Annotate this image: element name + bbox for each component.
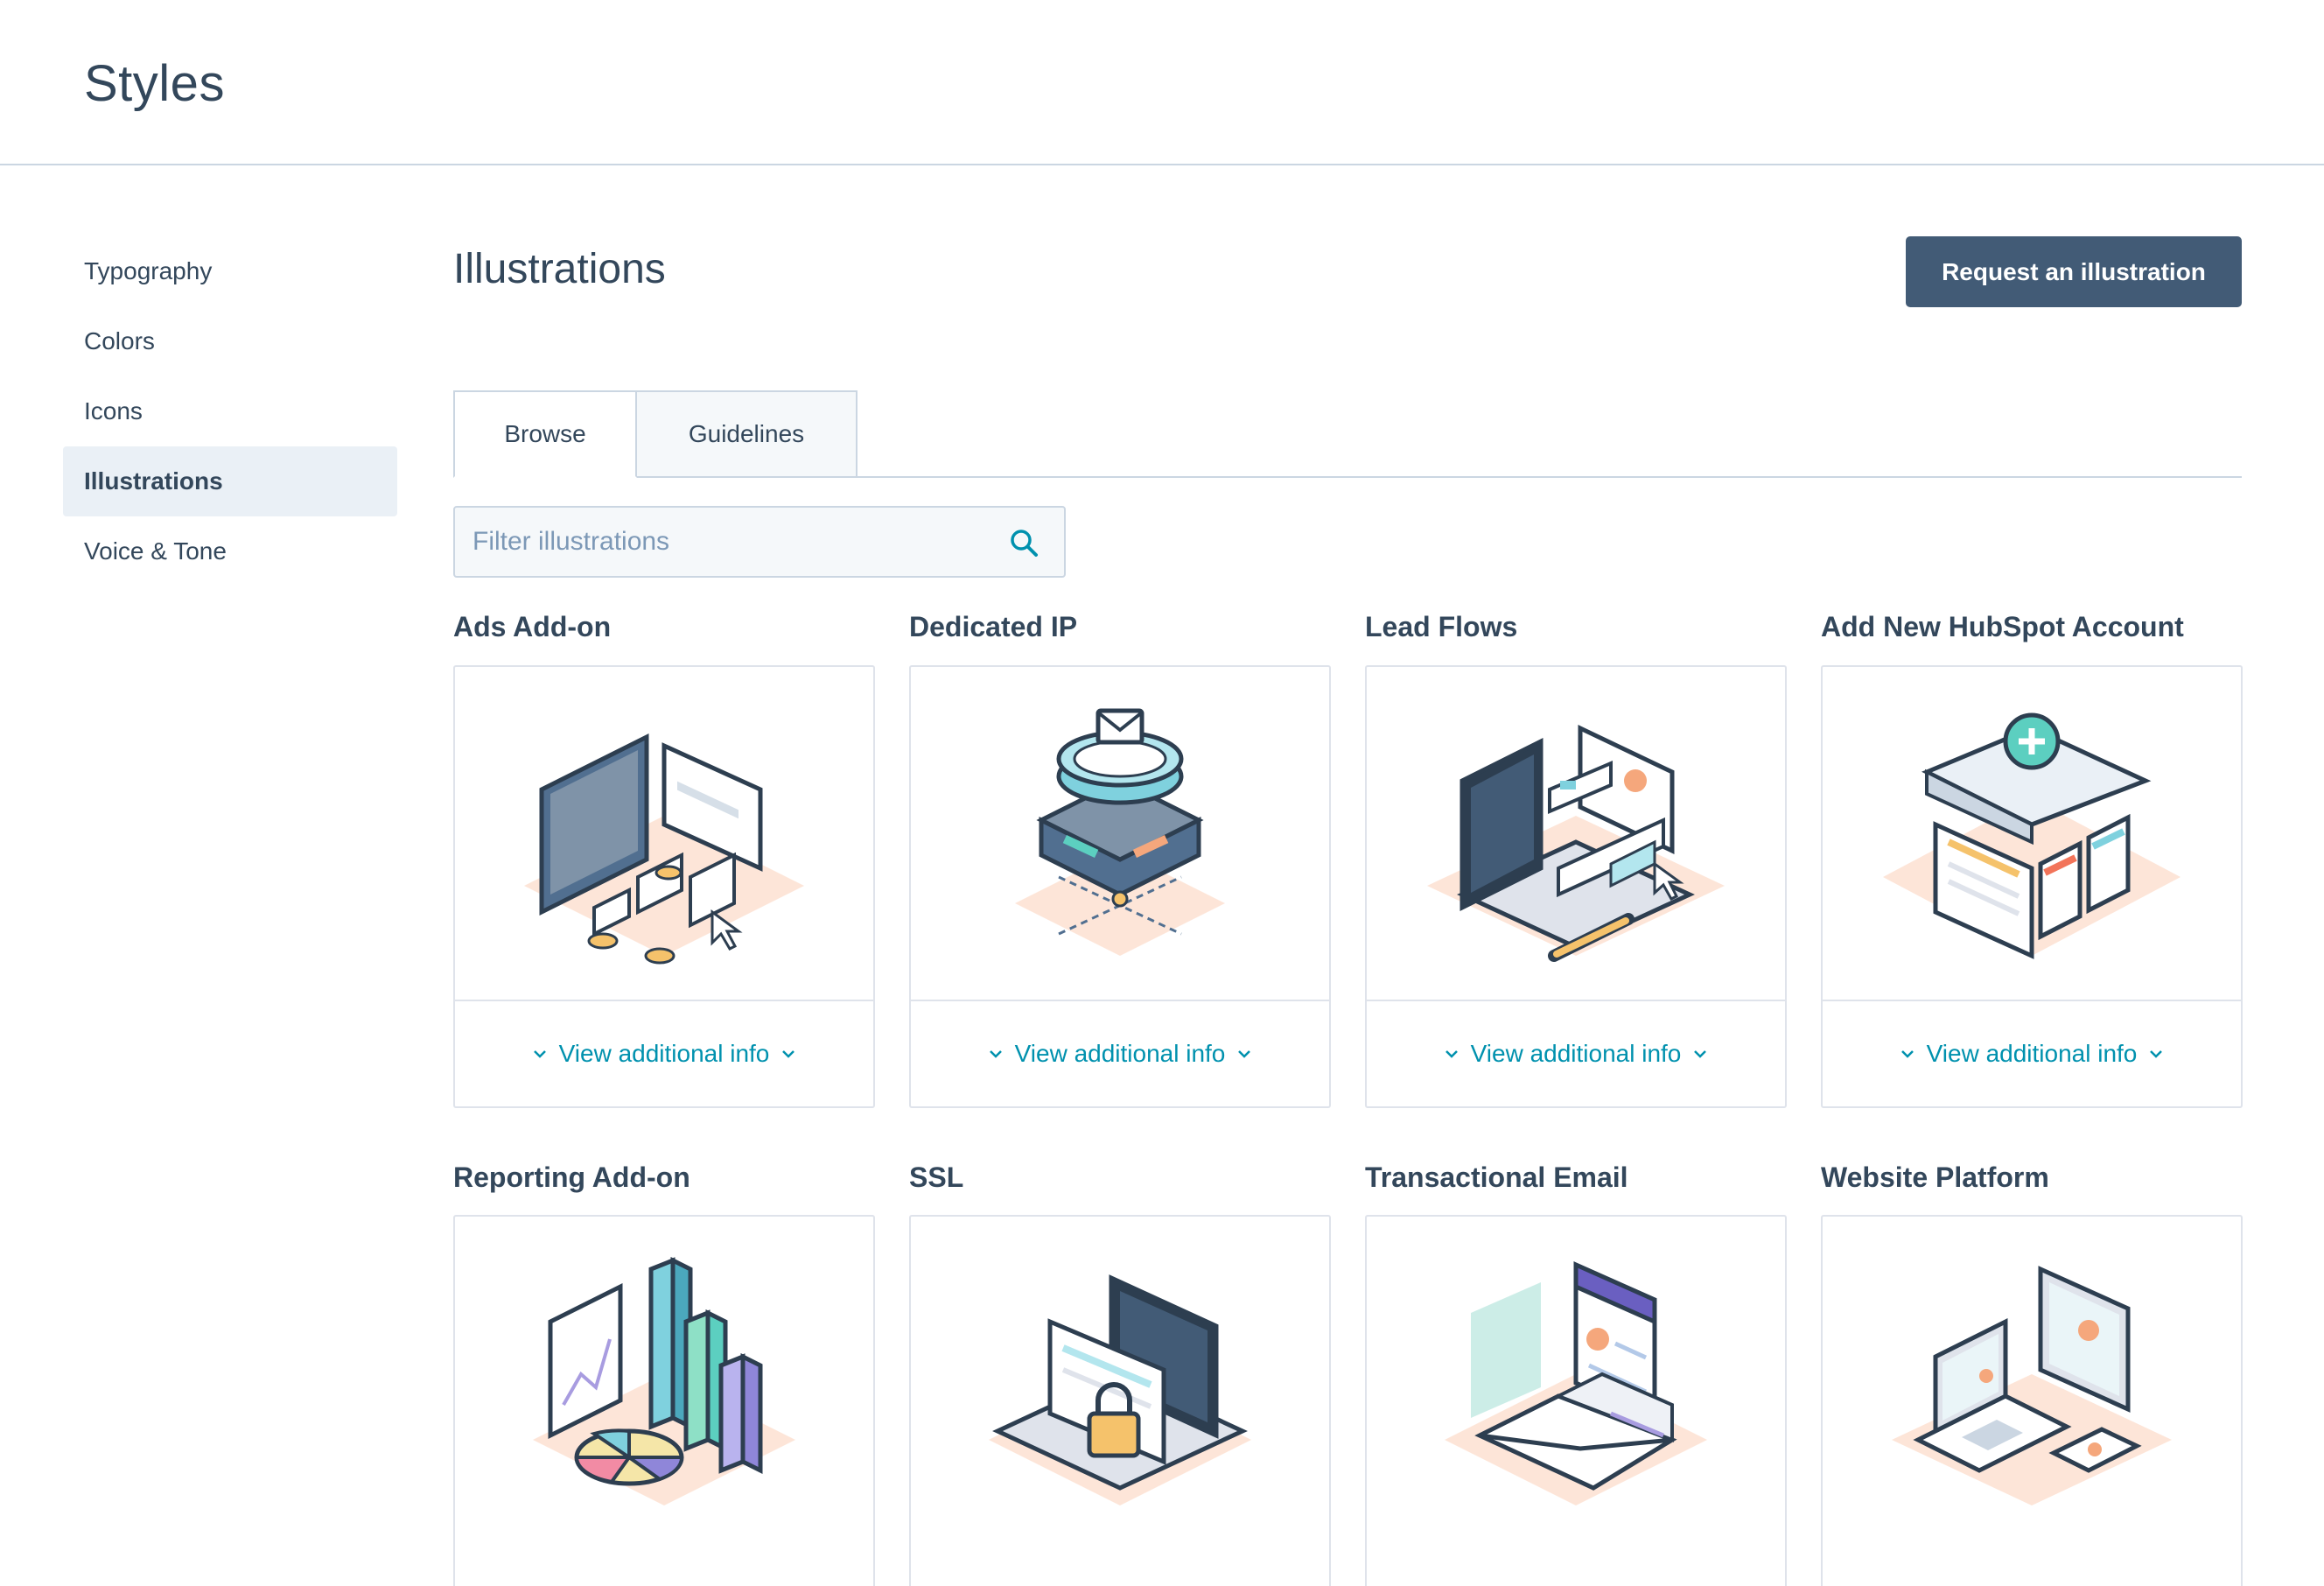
ads-addon-illustration xyxy=(455,667,873,1000)
view-info-label: View additional info xyxy=(1014,1040,1226,1067)
request-illustration-button[interactable]: Request an illustration xyxy=(1906,236,2242,307)
illustration-card: View additional info xyxy=(1821,665,2243,1108)
tab-browse[interactable]: Browse xyxy=(453,390,637,478)
illustration-card xyxy=(453,1215,875,1586)
illustration-card: View additional info xyxy=(909,665,1331,1108)
website-platform-illustration xyxy=(1823,1217,2241,1549)
view-info-label: View additional info xyxy=(1470,1040,1682,1067)
filter-input[interactable] xyxy=(455,508,998,576)
card-title-add-account: Add New HubSpot Account xyxy=(1821,611,2184,642)
card-title-dedicated-ip: Dedicated IP xyxy=(909,611,1078,642)
page-title: Styles xyxy=(84,55,225,112)
section-title: Illustrations xyxy=(453,246,666,292)
card-title-website-platform: Website Platform xyxy=(1821,1161,2049,1193)
view-info-label: View additional info xyxy=(1926,1040,2138,1067)
sidebar-nav: Typography Colors Icons Illustrations Vo… xyxy=(63,236,397,586)
illustration-card: View additional info xyxy=(1365,665,1787,1108)
chevron-down-icon xyxy=(989,1050,1002,1058)
transactional-email-illustration xyxy=(1367,1217,1785,1549)
chevron-down-icon xyxy=(1238,1050,1251,1058)
sidebar-item-typography[interactable]: Typography xyxy=(63,236,397,306)
sidebar-item-colors[interactable]: Colors xyxy=(63,306,397,376)
sidebar-item-icons[interactable]: Icons xyxy=(63,376,397,446)
illustration-card xyxy=(1365,1215,1787,1586)
card-title-lead-flows: Lead Flows xyxy=(1365,611,1518,642)
card-title-ssl: SSL xyxy=(909,1161,964,1193)
chevron-down-icon xyxy=(2150,1050,2163,1058)
chevron-down-icon xyxy=(1900,1050,1914,1058)
top-header: Styles xyxy=(0,0,2324,165)
dedicated-ip-illustration xyxy=(911,667,1329,1000)
chevron-down-icon xyxy=(1694,1050,1707,1058)
ssl-illustration xyxy=(911,1217,1329,1549)
card-title-ads-addon: Ads Add-on xyxy=(453,611,612,642)
illustration-card: View additional info xyxy=(453,665,875,1108)
chevron-down-icon xyxy=(533,1050,546,1058)
view-info-label: View additional info xyxy=(558,1040,770,1067)
view-info-toggle[interactable]: View additional info xyxy=(1823,1000,2241,1106)
add-account-illustration xyxy=(1823,667,2241,1000)
card-title-transactional-email: Transactional Email xyxy=(1365,1161,1628,1193)
chevron-down-icon xyxy=(782,1050,795,1058)
view-info-toggle[interactable]: View additional info xyxy=(455,1000,873,1106)
tab-guidelines[interactable]: Guidelines xyxy=(635,390,858,478)
chevron-down-icon xyxy=(1445,1050,1458,1058)
card-title-reporting-addon: Reporting Add-on xyxy=(453,1161,690,1193)
sidebar-item-voice-tone[interactable]: Voice & Tone xyxy=(63,516,397,586)
reporting-addon-illustration xyxy=(455,1217,873,1549)
view-info-toggle[interactable]: View additional info xyxy=(911,1000,1329,1106)
view-info-toggle[interactable]: View additional info xyxy=(1367,1000,1785,1106)
sidebar-item-illustrations[interactable]: Illustrations xyxy=(63,446,397,516)
illustration-card xyxy=(1821,1215,2243,1586)
filter-box xyxy=(453,506,1066,578)
search-icon[interactable] xyxy=(1008,527,1040,558)
illustration-card xyxy=(909,1215,1331,1586)
lead-flows-illustration xyxy=(1367,667,1785,1000)
